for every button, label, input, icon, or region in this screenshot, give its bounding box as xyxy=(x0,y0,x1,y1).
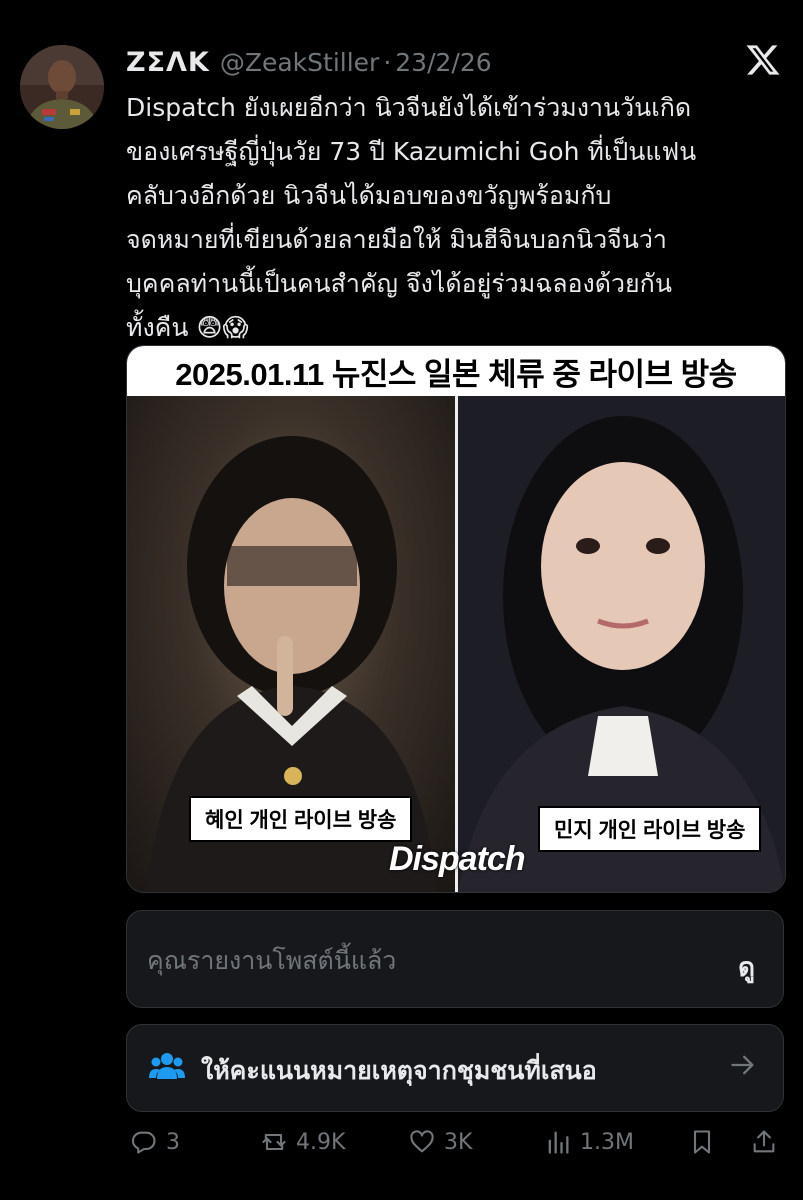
like-count: 3K xyxy=(444,1129,473,1155)
x-logo-icon[interactable] xyxy=(745,42,781,78)
tweet-line: บุคคลท่านนี้เป็นคนสำคัญ จึงได้อยู่ร่วมฉล… xyxy=(126,269,672,298)
display-name[interactable]: ZΣΛK xyxy=(126,47,210,78)
post-date[interactable]: 23/2/26 xyxy=(395,48,491,77)
repost-count: 4.9K xyxy=(296,1129,346,1155)
views-button[interactable]: 1.3M xyxy=(544,1120,634,1164)
avatar-image xyxy=(20,45,104,129)
tweet-header: ZΣΛK @ZeakStiller · 23/2/26 xyxy=(126,40,492,84)
community-note-text: ให้คะแนนหมายเหตุจากชุมชนที่เสนอ xyxy=(201,1056,597,1085)
arrow-right-icon[interactable] xyxy=(729,1051,757,1079)
tweet-line: จดหมายที่เขียนด้วยลายมือให้ มินฮีจินบอกน… xyxy=(126,225,667,254)
tweet-media-image[interactable]: 2025.01.11 뉴진스 일본 체류 중 라이브 방송 혜인 개인 라이브 … xyxy=(126,345,786,893)
reported-text: คุณรายงานโพสต์นี้แล้ว xyxy=(147,946,397,975)
like-button[interactable]: 3K xyxy=(408,1120,472,1164)
caption-left: 혜인 개인 라이브 방송 xyxy=(189,796,413,842)
reply-icon xyxy=(131,1131,156,1154)
photo-left: 혜인 개인 라이브 방송 xyxy=(127,396,455,892)
tweet-line: คลับวงอีกด้วย นิวจีนได้มอบของขวัญพร้อมกั… xyxy=(126,181,612,210)
separator-dot: · xyxy=(383,47,392,77)
people-icon xyxy=(149,1053,185,1079)
tweet-line: Dispatch ยังเผยอีกว่า นิวจีนยังได้เข้าร่… xyxy=(126,93,692,122)
avatar[interactable] xyxy=(20,45,104,129)
media-header: 2025.01.11 뉴진스 일본 체류 중 라이브 방송 xyxy=(127,346,785,396)
share-button[interactable] xyxy=(750,1120,786,1164)
repost-button[interactable]: 4.9K xyxy=(260,1120,345,1164)
repost-icon xyxy=(262,1133,286,1151)
views-chart-icon xyxy=(548,1131,569,1154)
dispatch-watermark: Dispatch xyxy=(389,840,526,878)
reply-count: 3 xyxy=(166,1129,180,1155)
view-button[interactable]: ดู xyxy=(738,947,755,988)
reply-button[interactable]: 3 xyxy=(130,1120,180,1164)
bookmark-icon xyxy=(693,1130,711,1154)
tweet-text: Dispatch ยังเผยอีกว่า นิวจีนยังได้เข้าร่… xyxy=(126,86,786,350)
heart-icon xyxy=(410,1130,434,1153)
caption-right: 민지 개인 라이브 방송 xyxy=(538,806,762,852)
handle[interactable]: @ZeakStiller xyxy=(220,48,379,77)
community-note-prompt[interactable]: ให้คะแนนหมายเหตุจากชุมชนที่เสนอ xyxy=(126,1024,784,1112)
reported-post-notice: คุณรายงานโพสต์นี้แล้ว ดู xyxy=(126,910,784,1008)
photo-right: 민지 개인 라이브 방송 xyxy=(458,396,785,892)
tweet-line: ทั้งคืน 😨😱 xyxy=(126,313,249,342)
action-bar: 3 4.9K 3K 1.3M xyxy=(126,1120,786,1164)
view-count: 1.3M xyxy=(580,1129,634,1155)
tweet-line: ของเศรษฐีญี่ปุ่นวัย 73 ปี Kazumichi Goh … xyxy=(126,137,697,166)
bookmark-button[interactable] xyxy=(688,1120,724,1164)
share-icon xyxy=(753,1130,775,1153)
